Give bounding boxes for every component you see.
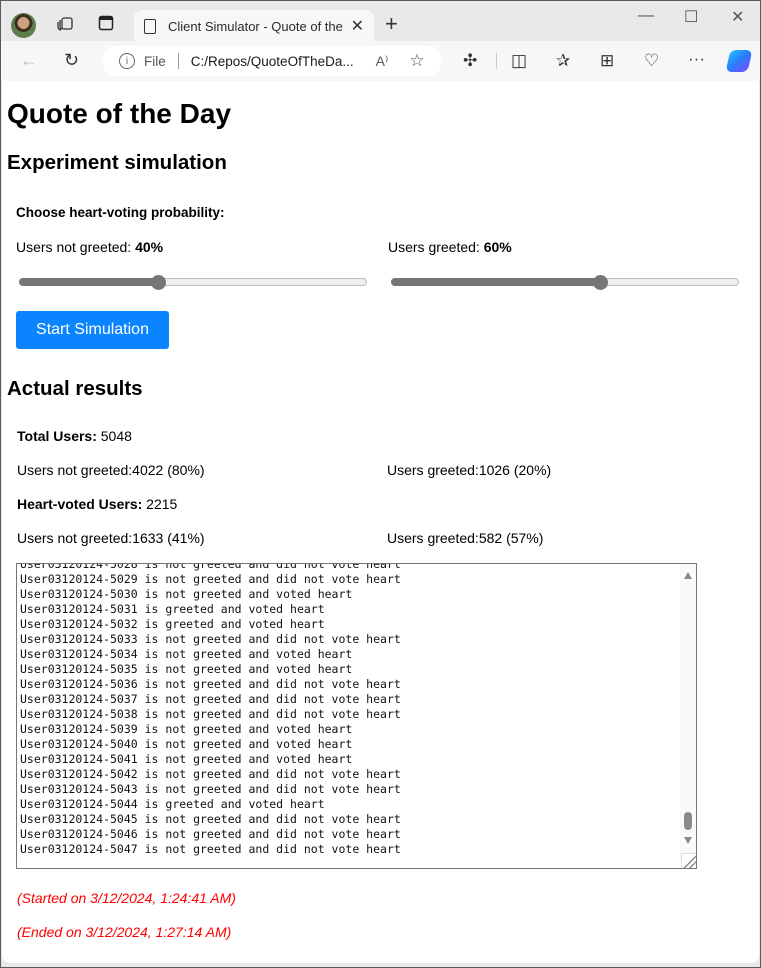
total-not-greeted: Users not greeted:4022 (80%) — [17, 462, 205, 478]
heart-voted-users: Heart-voted Users: 2215 — [17, 496, 177, 512]
slider-fill — [391, 278, 600, 286]
started-timestamp: (Started on 3/12/2024, 1:24:41 AM) — [17, 890, 236, 906]
back-arrow-icon[interactable]: ← — [20, 50, 38, 71]
collections-icon[interactable]: ⊞ — [600, 51, 614, 71]
url-scheme-label: File — [144, 53, 166, 69]
close-icon[interactable]: ✕ — [351, 16, 364, 36]
favorites-list-icon[interactable]: ✰ — [556, 51, 570, 71]
log-line: User03120124-5036 is not greeted and did… — [20, 677, 401, 691]
split-screen-icon[interactable]: ◫ — [511, 51, 527, 71]
label-text: Users greeted: — [388, 239, 484, 255]
log-line: User03120124-5044 is greeted and voted h… — [20, 797, 325, 811]
log-line: User03120124-5032 is greeted and voted h… — [20, 617, 325, 631]
log-line: User03120124-5045 is not greeted and did… — [20, 812, 401, 826]
scroll-down-arrow-icon[interactable] — [684, 837, 692, 844]
read-aloud-icon[interactable]: A⁾ — [376, 53, 389, 70]
address-bar[interactable]: i File C:/Repos/QuoteOfTheDa... A⁾ ☆ — [102, 46, 442, 76]
resize-handle-icon[interactable] — [681, 853, 696, 868]
log-line: User03120124-5043 is not greeted and did… — [20, 782, 401, 796]
scrollbar[interactable] — [680, 564, 696, 868]
star-icon[interactable]: ☆ — [409, 51, 424, 71]
divider — [177, 53, 179, 69]
not-greeted-slider[interactable] — [19, 275, 367, 290]
tab-strip: Client Simulator - Quote of the D ✕ + — … — [1, 1, 760, 42]
tab-active[interactable]: Client Simulator - Quote of the D ✕ — [134, 10, 374, 42]
log-line: User03120124-5034 is not greeted and vot… — [20, 647, 353, 661]
start-simulation-button[interactable]: Start Simulation — [16, 311, 169, 349]
log-line: User03120124-5028 is not greeted and did… — [20, 563, 401, 571]
plus-icon[interactable]: + — [385, 11, 398, 37]
page-title: Quote of the Day — [7, 98, 232, 129]
log-line: User03120124-5031 is greeted and voted h… — [20, 602, 325, 616]
heart-voted-value: 2215 — [142, 496, 178, 512]
voted-greeted: Users greeted:582 (57%) — [387, 530, 544, 546]
minimize-icon[interactable]: — — [638, 7, 654, 25]
refresh-icon[interactable]: ↻ — [64, 50, 79, 71]
url-text[interactable]: C:/Repos/QuoteOfTheDa... — [191, 54, 354, 69]
slider-thumb[interactable] — [592, 275, 608, 290]
browser-window: Client Simulator - Quote of the D ✕ + — … — [0, 0, 761, 968]
close-window-icon[interactable]: ✕ — [731, 7, 744, 27]
tab-title: Client Simulator - Quote of the D — [168, 18, 345, 34]
ended-timestamp: (Ended on 3/12/2024, 1:27:14 AM) — [17, 924, 232, 940]
not-greeted-probability-label: Users not greeted: 40% — [16, 239, 163, 255]
address-toolbar: ← ↻ i File C:/Repos/QuoteOfTheDa... A⁾ ☆… — [1, 41, 760, 81]
more-icon[interactable]: ··· — [688, 49, 705, 69]
maximize-icon[interactable]: ☐ — [684, 7, 698, 27]
log-lines: User03120124-5028 is not greeted and did… — [20, 563, 678, 857]
slider-fill — [19, 278, 159, 286]
log-line: User03120124-5039 is not greeted and vot… — [20, 722, 353, 736]
scroll-thumb[interactable] — [684, 812, 692, 830]
total-users-value: 5048 — [96, 428, 132, 444]
slider-thumb[interactable] — [151, 275, 167, 290]
tab-actions-icon[interactable] — [97, 14, 115, 32]
greeted-slider[interactable] — [391, 275, 739, 290]
divider — [496, 53, 497, 69]
log-line: User03120124-5042 is not greeted and did… — [20, 767, 401, 781]
total-users-label: Total Users: — [17, 428, 97, 444]
voted-not-greeted: Users not greeted:1633 (41%) — [17, 530, 205, 546]
page-content: Quote of the Day Experiment simulation C… — [2, 81, 759, 963]
choose-probability-label: Choose heart-voting probability: — [16, 205, 225, 220]
log-line: User03120124-5030 is not greeted and vot… — [20, 587, 353, 601]
greeted-probability-label: Users greeted: 60% — [388, 239, 512, 255]
log-line: User03120124-5046 is not greeted and did… — [20, 827, 401, 841]
label-text: Users not greeted: — [16, 239, 136, 255]
log-line: User03120124-5041 is not greeted and vot… — [20, 752, 353, 766]
section-heading-results: Actual results — [7, 377, 143, 400]
log-line: User03120124-5040 is not greeted and vot… — [20, 737, 353, 751]
probability-value: 60% — [483, 239, 512, 255]
log-line: User03120124-5037 is not greeted and did… — [20, 692, 401, 706]
page-icon — [144, 18, 156, 34]
log-line: User03120124-5047 is not greeted and did… — [20, 842, 401, 856]
heart-voted-label: Heart-voted Users: — [17, 496, 143, 512]
probability-value: 40% — [135, 239, 164, 255]
profile-avatar[interactable] — [11, 13, 36, 38]
info-icon[interactable]: i — [119, 53, 135, 69]
heart-pulse-icon[interactable]: ♡ — [644, 51, 659, 71]
puzzle-icon[interactable]: ✣ — [463, 51, 477, 71]
log-line: User03120124-5033 is not greeted and did… — [20, 632, 401, 646]
scroll-up-arrow-icon[interactable] — [684, 572, 692, 579]
simulation-log-textarea[interactable]: User03120124-5028 is not greeted and did… — [16, 563, 697, 869]
log-line: User03120124-5038 is not greeted and did… — [20, 707, 401, 721]
total-users: Total Users: 5048 — [17, 428, 132, 444]
log-line: User03120124-5035 is not greeted and vot… — [20, 662, 353, 676]
log-line: User03120124-5029 is not greeted and did… — [20, 572, 401, 586]
section-heading-simulation: Experiment simulation — [7, 151, 227, 174]
workspaces-icon[interactable] — [55, 13, 75, 33]
total-greeted: Users greeted:1026 (20%) — [387, 462, 552, 478]
